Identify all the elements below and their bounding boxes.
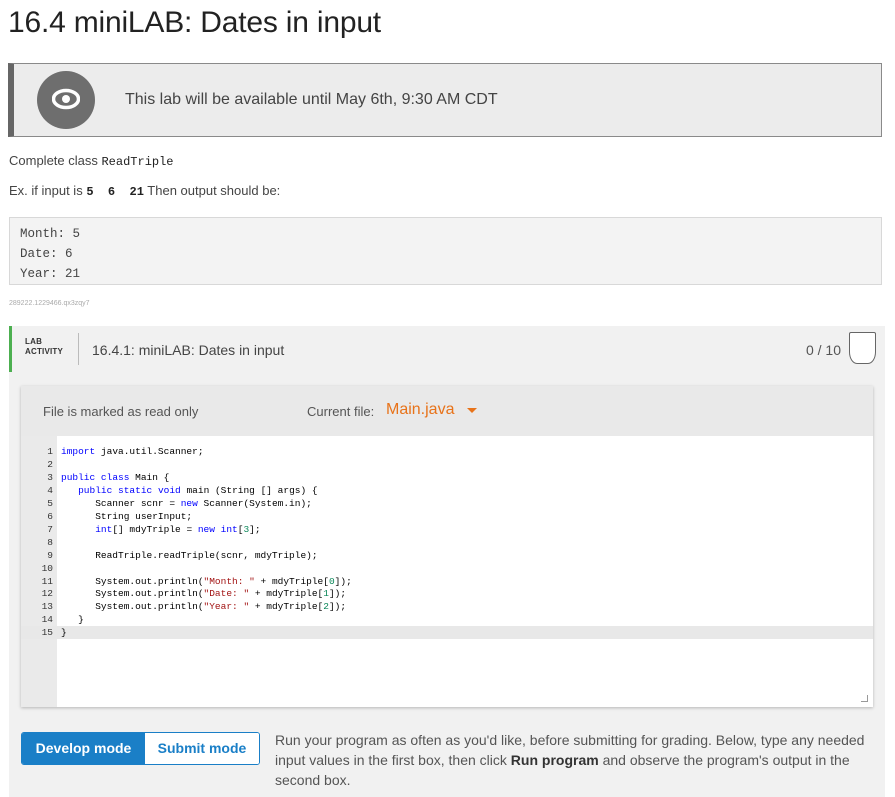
line-number: 11 <box>41 575 53 587</box>
code-text: System.out.println("Year: " + mdyTriple[… <box>61 601 347 613</box>
line-number: 10 <box>41 562 53 574</box>
lab-activity-tag: LAB ACTIVITY <box>25 337 63 357</box>
current-file-label: Current file: <box>307 404 375 419</box>
lab-tag-line1: LAB <box>25 337 43 346</box>
lab-title: 16.4.1: miniLAB: Dates in input <box>92 342 285 358</box>
editor-toolbar: File is marked as read only Current file… <box>21 386 873 436</box>
line-number: 3 <box>47 471 53 483</box>
code-text: public static void main (String [] args)… <box>78 484 318 496</box>
code-text: System.out.println("Date: " + mdyTriple[… <box>61 588 347 600</box>
code-editor[interactable]: 1 import java.util.Scanner; 2 3 public class… <box>21 436 873 707</box>
code-text: System.out.println("Month: " + mdyTriple… <box>61 575 352 587</box>
lab-divider <box>78 333 79 365</box>
example-suffix: Then output should be: <box>143 183 281 198</box>
line-number: 7 <box>47 523 53 535</box>
code-text: public class Main { <box>61 471 170 483</box>
line-number: 13 <box>41 601 53 613</box>
current-file-dropdown[interactable]: Main.java <box>386 401 454 419</box>
complete-instruction: Complete class ReadTriple <box>9 153 174 169</box>
code-line[interactable]: 8 <box>21 536 873 549</box>
eye-icon <box>37 71 95 129</box>
line-number: 1 <box>47 446 53 457</box>
completion-badge-icon <box>849 332 876 364</box>
code-line[interactable]: 12 System.out.println("Date: " + mdyTrip… <box>21 587 873 600</box>
line-number: 8 <box>47 536 53 548</box>
line-number: 15 <box>41 627 53 639</box>
lab-tag-line2: ACTIVITY <box>25 347 64 356</box>
code-text: } <box>61 614 84 626</box>
sample-output-line: Month: 5 <box>20 227 81 241</box>
chevron-down-icon[interactable] <box>467 408 477 413</box>
sample-output: Month: 5 Date: 6 Year: 21 <box>9 217 882 285</box>
line-number: 9 <box>47 549 53 561</box>
code-line[interactable]: 7 int[] mdyTriple = new int[3]; <box>21 523 873 536</box>
lab-score: 0 / 10 <box>805 342 841 358</box>
sample-output-line: Year: 21 <box>20 267 81 281</box>
code-text: Scanner scnr = new Scanner(System.in); <box>61 497 312 509</box>
code-text: ReadTriple.readTriple(scnr, mdyTriple); <box>61 549 318 561</box>
code-line[interactable]: 13 System.out.println("Year: " + mdyTrip… <box>21 600 873 613</box>
example-prefix: Ex. if input is <box>9 183 87 198</box>
lab-activity-header: LAB ACTIVITY 16.4.1: miniLAB: Dates in i… <box>9 326 885 372</box>
run-program-label: Run program <box>510 752 599 768</box>
code-line[interactable]: 15} <box>21 626 873 640</box>
class-name: ReadTriple <box>101 155 174 169</box>
line-number: 6 <box>47 510 53 522</box>
code-line[interactable]: 11 System.out.println("Month: " + mdyTri… <box>21 575 873 588</box>
code-line[interactable]: 14 } <box>21 613 873 626</box>
code-line[interactable]: 4 public static void main (String [] arg… <box>21 484 873 497</box>
availability-text: This lab will be available until May 6th… <box>125 91 498 108</box>
complete-prefix: Complete class <box>9 153 102 168</box>
develop-mode-button[interactable]: Develop mode <box>22 733 145 764</box>
line-number: 5 <box>47 497 53 509</box>
code-line[interactable]: 5 Scanner scnr = new Scanner(System.in); <box>21 497 873 510</box>
line-number: 2 <box>47 458 53 470</box>
line-number: 4 <box>47 484 53 496</box>
code-line[interactable]: 10 <box>21 562 873 575</box>
code-line[interactable]: 2 <box>21 458 873 471</box>
mode-toggle: Develop mode Submit mode <box>21 732 260 765</box>
code-text: } <box>61 627 67 639</box>
line-number: 12 <box>41 588 53 600</box>
code-text: int[] mdyTriple = new int[3]; <box>95 523 261 535</box>
code-line[interactable]: 6 String userInput; <box>21 510 873 523</box>
run-instructions: Run your program as often as you'd like,… <box>275 730 875 790</box>
resize-handle-icon[interactable] <box>861 695 868 702</box>
tracking-id: 289222.1229466.qx3zqy7 <box>9 300 90 307</box>
availability-banner: This lab will be available until May 6th… <box>8 63 882 137</box>
readonly-notice: File is marked as read only <box>43 404 199 419</box>
code-text: String userInput; <box>61 510 193 522</box>
code-line[interactable]: 1 import java.util.Scanner; <box>21 445 873 458</box>
page-title: 16.4 miniLAB: Dates in input <box>8 6 381 39</box>
line-number: 14 <box>41 614 53 626</box>
example-input: 5 6 21 <box>86 185 144 199</box>
code-editor-panel: File is marked as read only Current file… <box>21 386 873 707</box>
code-line[interactable]: 9 ReadTriple.readTriple(scnr, mdyTriple)… <box>21 549 873 562</box>
sample-output-line: Date: 6 <box>20 247 73 261</box>
example-instruction: Ex. if input is 5 6 21 Then output shoul… <box>9 183 280 199</box>
submit-mode-button[interactable]: Submit mode <box>145 733 259 764</box>
code-text: import java.util.Scanner; <box>61 446 204 457</box>
code-line[interactable]: 3 public class Main { <box>21 471 873 484</box>
